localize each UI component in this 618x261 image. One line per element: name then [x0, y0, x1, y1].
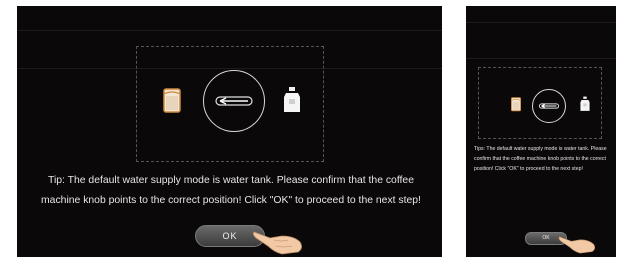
- water-jug-icon: [282, 86, 302, 114]
- water-jug-icon: [579, 96, 591, 112]
- water-filter-icon: [162, 86, 182, 114]
- tip-text: Tips: The default water supply mode is w…: [474, 146, 607, 172]
- pointing-hand-icon: [558, 229, 598, 255]
- tip-text: Tip: The default water supply mode is wa…: [41, 175, 421, 206]
- divider: [466, 22, 616, 23]
- mobile-screen: Tips: The default water supply mode is w…: [466, 6, 616, 257]
- main-screen: Tip: The default water supply mode is wa…: [17, 6, 442, 257]
- divider: [466, 58, 616, 59]
- divider: [17, 30, 442, 31]
- knob-direction-indicator: [203, 70, 265, 132]
- water-filter-icon: [510, 96, 522, 112]
- pointing-hand-icon: [252, 222, 306, 256]
- knob-direction-indicator: [532, 89, 566, 123]
